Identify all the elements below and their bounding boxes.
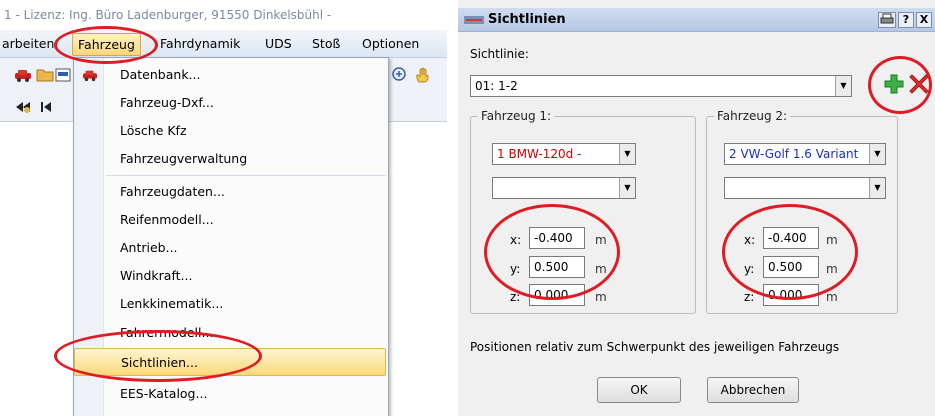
menu-bearbeiten[interactable]: arbeiten: [2, 30, 54, 58]
cancel-button[interactable]: Abbrechen: [707, 377, 799, 403]
vehicle2-select[interactable]: 2 VW-Golf 1.6 Variant ▼: [724, 143, 886, 165]
vehicle1-x-field[interactable]: -0.400: [529, 227, 585, 249]
menu-bar: arbeiten Fahrzeug Fahrdynamik UDS Stoß O…: [0, 30, 447, 58]
menu-item-loesche-kfz[interactable]: Lösche Kfz: [106, 117, 386, 145]
vehicle2-group-label: Fahrzeug 2:: [714, 109, 791, 123]
menu-item-windkraft[interactable]: Windkraft...: [106, 262, 386, 290]
sichtlinie-select[interactable]: 01: 1-2 ▼: [470, 75, 852, 97]
unit-label: m: [826, 233, 838, 247]
vehicle2-y-field[interactable]: 0.500: [763, 256, 819, 278]
vehicle1-value: 1 BMW-120d -: [497, 147, 582, 161]
delete-x-icon[interactable]: [908, 73, 930, 95]
z-label: z:: [744, 290, 755, 304]
menu-item-fahrzeug-dxf[interactable]: Fahrzeug-Dxf...: [106, 89, 386, 117]
vehicle2-value: 2 VW-Golf 1.6 Variant: [729, 147, 859, 161]
vehicle1-y-field[interactable]: 0.500: [529, 256, 585, 278]
y-label: y:: [744, 262, 755, 276]
dialog-title: Sichtlinien: [488, 12, 566, 27]
chevron-down-icon[interactable]: ▼: [869, 178, 885, 198]
menu-item-fahrermodell[interactable]: Fahrermodell...: [106, 319, 386, 347]
x-label: x:: [510, 233, 522, 247]
vehicle1-select[interactable]: 1 BMW-120d - ▼: [492, 143, 636, 165]
close-button[interactable]: X: [916, 12, 932, 28]
unit-label: m: [595, 262, 607, 276]
sichtlinien-icon: [464, 16, 484, 24]
car-icon: [83, 70, 97, 82]
chevron-down-icon[interactable]: ▼: [869, 144, 885, 164]
position-hint: Positionen relativ zum Schwerpunkt des j…: [470, 340, 840, 354]
vehicle1-secondary-select[interactable]: ▼: [492, 177, 636, 199]
zoom-icon[interactable]: [391, 67, 409, 83]
vehicle2-secondary-select[interactable]: ▼: [724, 177, 886, 199]
window-title: 1 - Lizenz: Ing. Büro Ladenburger, 91550…: [0, 0, 447, 30]
rewind-icon[interactable]: [14, 99, 32, 115]
vehicle2-z-field[interactable]: 0.000: [763, 284, 819, 306]
first-frame-icon[interactable]: [38, 99, 56, 115]
fahrzeug-dropdown-menu: Datenbank... Fahrzeug-Dxf... Lösche Kfz …: [73, 57, 389, 416]
x-label: x:: [744, 233, 756, 247]
hand-icon[interactable]: [414, 67, 432, 83]
unit-label: m: [826, 290, 838, 304]
chevron-down-icon[interactable]: ▼: [619, 144, 635, 164]
print-icon[interactable]: [878, 12, 896, 28]
z-label: z:: [510, 290, 521, 304]
unit-label: m: [826, 262, 838, 276]
dxf-icon[interactable]: [54, 67, 72, 83]
unit-label: m: [595, 233, 607, 247]
plus-icon[interactable]: [883, 73, 905, 95]
app-window: 1 - Lizenz: Ing. Büro Ladenburger, 91550…: [0, 0, 447, 416]
sichtlinien-dialog: Sichtlinien ? X Sichtlinie: 01: 1-2 ▼ Fa…: [458, 0, 935, 416]
open-folder-icon[interactable]: [36, 67, 54, 83]
dialog-titlebar: Sichtlinien ? X: [458, 8, 935, 32]
unit-label: m: [595, 290, 607, 304]
menu-item-sichtlinien[interactable]: Sichtlinien...: [74, 348, 386, 376]
menu-fahrdynamik[interactable]: Fahrdynamik: [160, 30, 240, 58]
menu-item-lenkkinematik[interactable]: Lenkkinematik...: [106, 290, 386, 318]
sichtlinie-label: Sichtlinie:: [470, 47, 529, 61]
vehicle2-x-field[interactable]: -0.400: [763, 227, 819, 249]
chevron-down-icon[interactable]: ▼: [835, 76, 851, 96]
sichtlinie-value: 01: 1-2: [475, 79, 518, 93]
ok-button[interactable]: OK: [597, 377, 681, 403]
menu-item-fahrzeugverwaltung[interactable]: Fahrzeugverwaltung: [106, 145, 386, 173]
menu-item-antrieb[interactable]: Antrieb...: [106, 234, 386, 262]
y-label: y:: [510, 262, 521, 276]
chevron-down-icon[interactable]: ▼: [619, 178, 635, 198]
help-button[interactable]: ?: [898, 12, 914, 28]
car-icon[interactable]: [14, 67, 32, 83]
menu-stoss[interactable]: Stoß: [312, 30, 340, 58]
menu-item-datenbank[interactable]: Datenbank...: [106, 61, 386, 89]
menu-item-fahrzeugdaten[interactable]: Fahrzeugdaten...: [106, 178, 386, 206]
vehicle1-z-field[interactable]: 0.000: [529, 284, 585, 306]
menu-fahrzeug[interactable]: Fahrzeug: [72, 33, 141, 56]
menu-item-ees-katalog[interactable]: EES-Katalog...: [106, 380, 386, 408]
menu-item-reifenmodell[interactable]: Reifenmodell...: [106, 206, 386, 234]
menu-separator: [106, 175, 386, 176]
menu-optionen[interactable]: Optionen: [362, 30, 419, 58]
menu-uds[interactable]: UDS: [265, 30, 292, 58]
vehicle1-group-label: Fahrzeug 1:: [478, 109, 555, 123]
